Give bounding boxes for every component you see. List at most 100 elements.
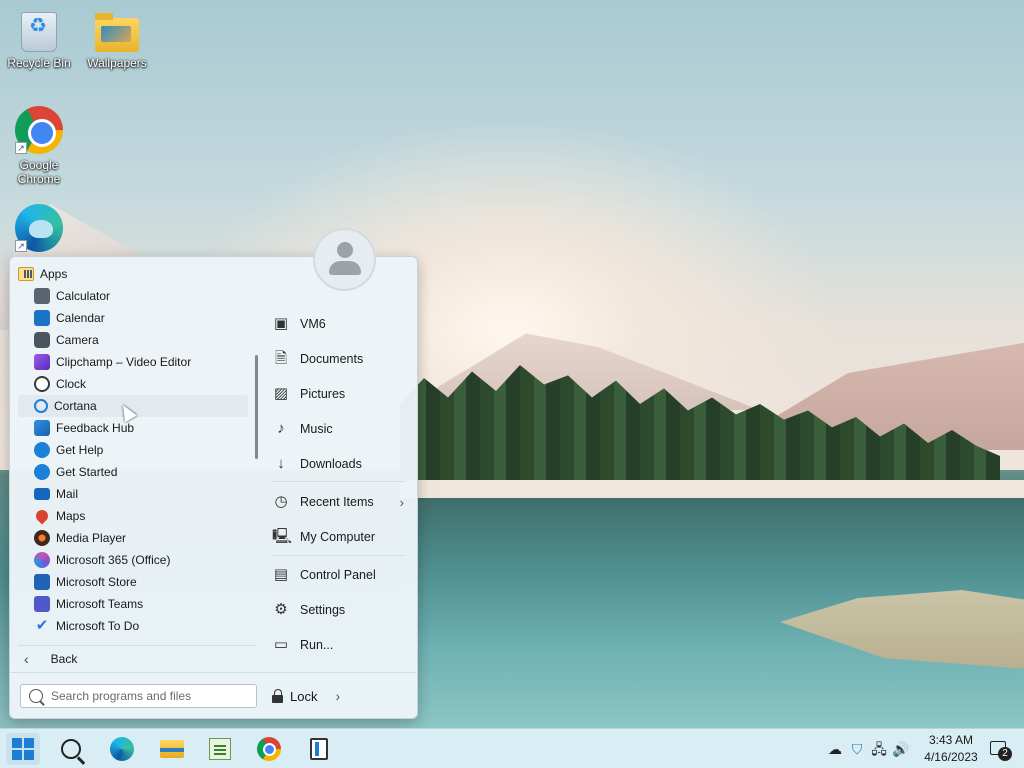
taskbar-search-button[interactable] (54, 733, 88, 765)
taskbar-edge[interactable] (105, 733, 139, 765)
chevron-right-icon: › (335, 688, 341, 704)
get-help-icon (34, 442, 50, 458)
app-item-microsoft-teams[interactable]: Microsoft Teams (18, 593, 248, 615)
app-item-maps[interactable]: Maps (18, 505, 248, 527)
divider (10, 672, 416, 673)
place-label: VM6 (300, 317, 326, 331)
search-box[interactable] (20, 684, 257, 708)
app-icon (310, 738, 328, 760)
app-item-microsoft-365[interactable]: Microsoft 365 (Office) (18, 549, 248, 571)
lock-button[interactable]: Lock › (272, 684, 352, 708)
chrome-icon (257, 737, 281, 761)
app-item-label: Cortana (54, 399, 97, 413)
downloads-icon: ↓ (277, 455, 285, 472)
maps-icon (33, 507, 51, 525)
place-label: Pictures (300, 387, 346, 401)
app-item-label: Feedback Hub (56, 421, 135, 435)
camera-icon (34, 332, 50, 348)
desktop-icon-wallpapers[interactable]: Wallpapers (79, 12, 155, 70)
app-list: Calculator Calendar Camera Clipchamp – V… (18, 285, 248, 637)
app-item-feedback-hub[interactable]: Feedback Hub (18, 417, 248, 439)
desktop-icon-recycle-bin[interactable]: Recycle Bin (1, 12, 77, 70)
app-item-label: Get Help (56, 443, 104, 457)
taskbar-app[interactable] (302, 733, 336, 765)
divider (272, 481, 405, 482)
app-item-get-started[interactable]: Get Started (18, 461, 248, 483)
place-pictures[interactable]: ▨ Pictures (272, 381, 408, 407)
folder-icon (95, 13, 139, 52)
app-item-mail[interactable]: Mail (18, 483, 248, 505)
desktop-icon-edge[interactable]: ↗ (1, 204, 77, 256)
app-item-microsoft-todo[interactable]: ✔ Microsoft To Do (18, 615, 248, 637)
onedrive-icon[interactable]: ☁ (826, 740, 844, 758)
app-item-clock[interactable]: Clock (18, 373, 248, 395)
app-item-label: Microsoft Teams (56, 597, 144, 611)
taskbar-clock[interactable]: 3:43 AM 4/16/2023 (918, 732, 984, 766)
app-item-camera[interactable]: Camera (18, 329, 248, 351)
desktop-icon-chrome[interactable]: ↗ Google Chrome (1, 106, 77, 186)
apps-header-label: Apps (40, 267, 68, 281)
app-item-media-player[interactable]: Media Player (18, 527, 248, 549)
documents-icon: 🗎 (274, 350, 288, 367)
app-item-label: Calendar (56, 311, 105, 325)
mail-icon (34, 488, 50, 500)
place-vm6[interactable]: ▣ VM6 (272, 311, 408, 337)
place-music[interactable]: ♪ Music (272, 416, 408, 442)
recent-items[interactable]: ◷ Recent Items › (272, 489, 408, 515)
divider (18, 645, 256, 646)
notification-button[interactable]: 2 (990, 741, 1012, 761)
run[interactable]: ▭ Run... (272, 632, 408, 658)
back-label: Back (50, 652, 78, 666)
clock-date: 4/16/2023 (924, 750, 978, 764)
office-icon (34, 552, 50, 568)
shortcut-arrow-icon: ↗ (15, 240, 27, 252)
app-item-microsoft-store[interactable]: Microsoft Store (18, 571, 248, 593)
chevron-left-icon: ‹ (24, 651, 29, 667)
taskbar-notepad[interactable] (203, 733, 237, 765)
notepad-icon (209, 738, 231, 760)
my-computer-label: My Computer (300, 530, 376, 544)
place-label: Documents (300, 352, 364, 366)
control-panel-icon: ▤ (273, 566, 289, 583)
place-documents[interactable]: 🗎 Documents (272, 346, 408, 372)
control-panel[interactable]: ▤ Control Panel (272, 562, 408, 588)
app-item-label: Clipchamp – Video Editor (56, 355, 192, 369)
place-downloads[interactable]: ↓ Downloads (272, 451, 408, 477)
app-item-clipchamp[interactable]: Clipchamp – Video Editor (18, 351, 248, 373)
volume-icon[interactable]: 🔊 (892, 740, 910, 758)
app-item-calendar[interactable]: Calendar (18, 307, 248, 329)
app-item-calculator[interactable]: Calculator (18, 285, 248, 307)
desktop-icon-label: Google Chrome (17, 158, 61, 186)
desktop-icon-label: Wallpapers (87, 56, 147, 70)
app-item-label: Camera (56, 333, 99, 347)
app-item-label: Microsoft 365 (Office) (56, 553, 171, 567)
store-icon (34, 574, 50, 590)
settings[interactable]: ⚙ Settings (272, 597, 408, 623)
lock-icon (272, 689, 284, 703)
app-item-label: Media Player (56, 531, 127, 545)
calendar-icon (34, 310, 50, 326)
clock-time: 3:43 AM (928, 733, 974, 747)
start-button[interactable] (6, 733, 40, 765)
app-item-get-help[interactable]: Get Help (18, 439, 248, 461)
place-label: Downloads (300, 457, 362, 471)
edge-icon (110, 737, 134, 761)
security-icon[interactable]: ⛉ (848, 740, 866, 758)
app-list-scrollbar[interactable] (255, 355, 258, 459)
start-icon (12, 738, 34, 760)
network-icon[interactable]: 🖧 (870, 740, 888, 758)
calculator-icon (34, 288, 50, 304)
apps-folder-icon (18, 267, 34, 281)
app-item-label: Maps (56, 509, 86, 523)
user-avatar[interactable] (313, 228, 376, 291)
chevron-right-icon: › (399, 494, 404, 510)
taskbar-file-explorer[interactable] (155, 733, 189, 765)
back-button[interactable]: ‹ Back (18, 649, 77, 669)
app-item-label: Mail (56, 487, 79, 501)
run-label: Run... (300, 638, 334, 652)
recent-items-label: Recent Items (300, 495, 374, 509)
taskbar-chrome[interactable] (252, 733, 286, 765)
clipchamp-icon (34, 354, 50, 370)
search-input[interactable] (51, 689, 241, 703)
my-computer[interactable]: 🖳 My Computer (272, 524, 408, 550)
